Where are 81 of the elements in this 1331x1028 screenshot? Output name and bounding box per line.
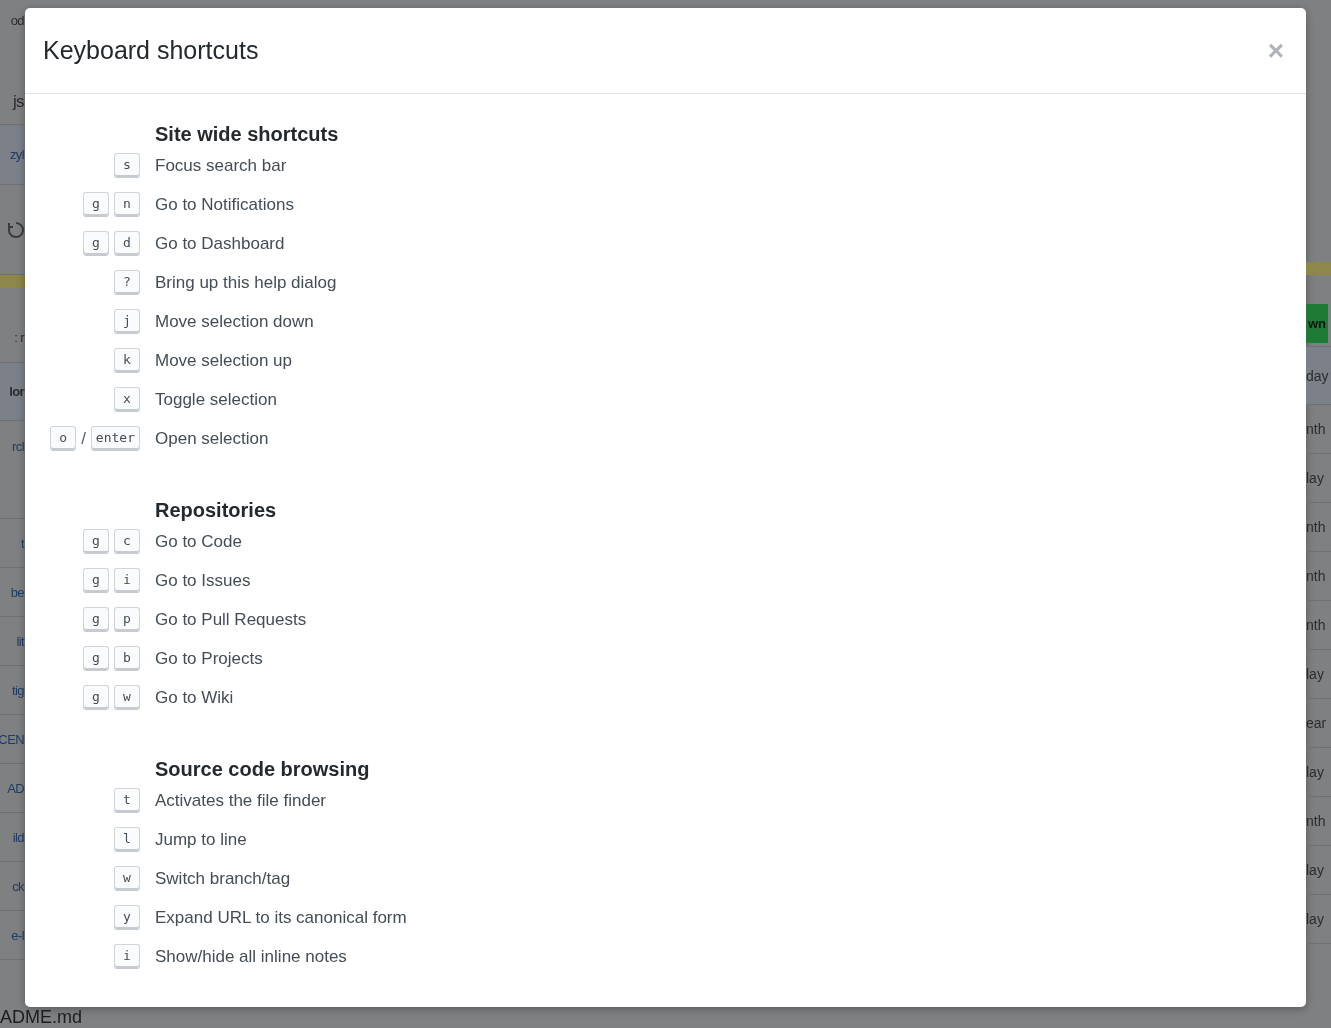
shortcut-description: Show/hide all inline notes [155,946,347,967]
key: y [114,905,140,930]
page-text: nth [1306,568,1326,584]
section-heading: Repositories [155,499,277,522]
shortcut-description: Focus search bar [155,155,287,176]
repo-title: js [12,92,24,112]
page-text: lay [1306,470,1324,486]
key: g [83,529,109,554]
page-text: nth [1306,617,1326,633]
page-text: od [10,12,24,28]
key: g [83,568,109,593]
key: i [114,568,140,593]
shortcut-description: Go to Dashboard [155,233,285,254]
key: d [114,231,140,256]
key: s [114,153,140,178]
key: w [114,685,140,710]
file-link[interactable]: zyl [9,147,24,162]
key: enter [90,426,140,451]
page-text: nth [1306,813,1326,829]
key: j [114,309,140,334]
shortcut-description: Activates the file finder [155,790,327,811]
page-text: nth [1306,421,1326,437]
close-button[interactable]: × [1263,34,1288,67]
key: c [114,529,140,554]
file-link[interactable]: e-l [11,927,24,943]
key: t [114,788,140,813]
file-link[interactable]: rcl [12,439,24,454]
shortcut-description: Go to Wiki [155,687,234,708]
shortcut-description: Go to Notifications [155,194,294,215]
banner-bar [0,275,25,288]
shortcut-description: Go to Pull Requests [155,609,307,630]
page-text: lay [1306,911,1324,927]
key: g [83,192,109,217]
section-heading: Site wide shortcuts [155,123,339,146]
key: l [114,827,140,852]
section-heading: Source code browsing [155,758,370,781]
page-text: ear [1306,715,1327,731]
shortcut-description: Open selection [155,428,269,449]
key: i [114,944,140,969]
file-link[interactable]: lit [16,633,24,649]
shortcut-description: Move selection down [155,311,314,332]
key: p [114,607,140,632]
file-link[interactable]: be [10,584,24,600]
shortcut-description: Go to Projects [155,648,263,669]
key: x [114,387,140,412]
page-text: lay [1306,862,1324,878]
file-link[interactable]: AD [7,780,24,796]
key: w [114,866,140,891]
shortcut-description: Move selection up [155,350,293,371]
dialog-title: Keyboard shortcuts [43,36,259,65]
page-text: lay [1306,764,1324,780]
page-text: nth [1306,519,1326,535]
key: b [114,646,140,671]
shortcut-description: Bring up this help dialog [155,272,337,293]
file-link[interactable]: ck [12,878,24,894]
file-link[interactable]: t [21,535,24,551]
file-link[interactable]: tig [12,682,24,698]
key: k [114,348,140,373]
key-separator: / [81,428,86,449]
key: g [83,607,109,632]
shortcut-description: Go to Issues [155,570,251,591]
key: g [83,646,109,671]
shortcut-description: Jump to line [155,829,247,850]
key: ? [114,270,140,295]
key: o [50,426,77,451]
history-icon [8,220,24,239]
file-heading: ADME.md [0,1007,82,1027]
key: g [83,685,109,710]
shortcut-description: Expand URL to its canonical form [155,907,407,928]
page-button[interactable]: wn [1306,303,1329,343]
page-text: lay [1306,666,1324,682]
page-text: : r [14,330,24,345]
banner-bar [1306,262,1331,275]
shortcut-description: Switch branch/tag [155,868,291,889]
page-text: day [1306,367,1329,384]
shortcut-description: Toggle selection [155,389,277,410]
column-header: lor [9,384,24,399]
key: n [114,192,140,217]
key: g [83,231,109,256]
shortcut-description: Go to Code [155,531,242,552]
file-link[interactable]: ild [12,829,24,845]
